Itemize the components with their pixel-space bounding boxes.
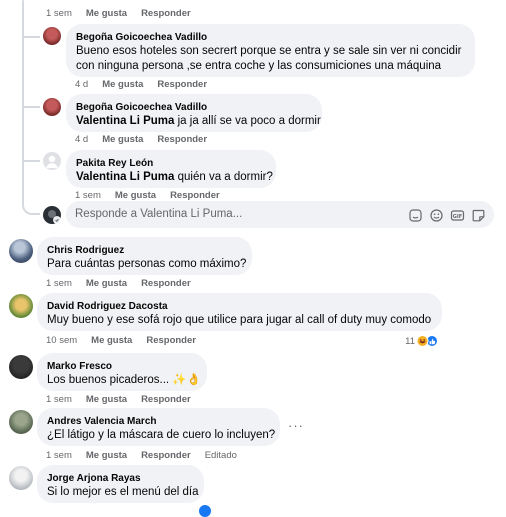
comment-author[interactable]: Begoña Goicoechea Vadillo bbox=[76, 31, 465, 44]
reply-bubble: Begoña Goicoechea Vadillo Bueno esos hot… bbox=[66, 24, 475, 77]
avatar-sticker-icon[interactable] bbox=[408, 207, 423, 222]
comment-bubble: Marko Fresco Los buenos picaderos... ✨👌 bbox=[37, 353, 207, 391]
comment-bubble: David Rodriguez Dacosta Muy bueno y ese … bbox=[37, 293, 442, 331]
mention-link[interactable]: Valentina Li Puma bbox=[76, 171, 174, 183]
comment-meta: 10 sem Me gusta Responder bbox=[46, 335, 210, 347]
gif-icon[interactable]: GIF bbox=[450, 207, 465, 222]
more-options-icon[interactable]: ··· bbox=[288, 418, 304, 433]
thread-line-branch bbox=[22, 36, 40, 38]
reply-input-placeholder: Responde a Valentina Li Puma... bbox=[75, 208, 243, 220]
reaction-summary[interactable]: 11 bbox=[405, 335, 438, 347]
avatar[interactable] bbox=[9, 239, 33, 263]
comment-author[interactable]: Jorge Arjona Rayas bbox=[47, 472, 194, 485]
reply-button[interactable]: Responder bbox=[157, 79, 207, 90]
comment-text: Valentina Li Puma quién va a dormir? bbox=[76, 170, 273, 185]
comment-text: Muy bueno y ese sofá rojo que utilice pa… bbox=[47, 314, 432, 326]
avatar[interactable] bbox=[43, 98, 61, 116]
thread-line-branch bbox=[22, 160, 40, 162]
reply-button[interactable]: Responder bbox=[141, 8, 191, 19]
reply-bubble: Begoña Goicoechea Vadillo Valentina Li P… bbox=[66, 94, 322, 132]
comment-text: ¿El látigo y la máscara de cuero lo incl… bbox=[47, 429, 276, 441]
avatar[interactable] bbox=[9, 410, 33, 434]
reply-input[interactable]: Responde a Valentina Li Puma... GIF bbox=[66, 201, 494, 228]
comment-time[interactable]: 1 sem bbox=[75, 190, 101, 201]
comment-author[interactable]: David Rodriguez Dacosta bbox=[47, 300, 432, 313]
comment-bubble: Jorge Arjona Rayas Si lo mejor es el men… bbox=[37, 465, 204, 503]
haha-like-reaction-icon bbox=[416, 335, 438, 347]
reply-button[interactable]: Responder bbox=[141, 450, 191, 461]
like-button[interactable]: Me gusta bbox=[86, 450, 127, 461]
reply-button[interactable]: Responder bbox=[141, 394, 191, 405]
avatar[interactable] bbox=[9, 466, 33, 490]
like-button[interactable]: Me gusta bbox=[91, 335, 132, 346]
comment-time[interactable]: 4 d bbox=[75, 79, 88, 90]
comment-time[interactable]: 1 sem bbox=[46, 450, 72, 461]
reply-button[interactable]: Responder bbox=[141, 278, 191, 289]
comment-meta: 1 sem Me gusta Responder Editado bbox=[46, 450, 251, 462]
thread-line-curve bbox=[22, 195, 40, 215]
like-button[interactable]: Me gusta bbox=[86, 278, 127, 289]
default-avatar[interactable] bbox=[43, 152, 61, 170]
like-button[interactable]: Me gusta bbox=[102, 134, 143, 145]
comment-text: Los buenos picaderos... ✨👌 bbox=[47, 374, 201, 386]
user-photo-icon bbox=[48, 210, 61, 224]
current-user-avatar[interactable] bbox=[43, 206, 61, 224]
comment-time[interactable]: 10 sem bbox=[46, 335, 77, 346]
comment-text: Si lo mejor es el menú del día bbox=[47, 486, 199, 498]
avatar[interactable] bbox=[9, 355, 33, 379]
comment-meta: 1 sem Me gusta Responder bbox=[46, 8, 205, 20]
avatar[interactable] bbox=[9, 294, 33, 318]
comment-text: Bueno esos hoteles son secrert porque se… bbox=[76, 45, 462, 57]
reaction-count: 11 bbox=[405, 335, 415, 347]
comment-bubble: Chris Rodriguez Para cuántas personas co… bbox=[37, 237, 252, 275]
reply-button[interactable]: Responder bbox=[157, 134, 207, 145]
like-button[interactable]: Me gusta bbox=[86, 394, 127, 405]
comment-text: Para cuántas personas como máximo? bbox=[47, 258, 247, 270]
comment-time[interactable]: 1 sem bbox=[46, 394, 72, 405]
comment-meta: 4 d Me gusta Responder bbox=[75, 79, 221, 91]
comment-text-body: quién va a dormir? bbox=[177, 171, 273, 183]
comment-text: con ninguna persona ,se entra coche y la… bbox=[76, 60, 442, 72]
avatar[interactable] bbox=[43, 27, 61, 45]
comment-meta: 1 sem Me gusta Responder bbox=[46, 278, 205, 290]
comment-bubble: Andres Valencia March ¿El látigo y la má… bbox=[37, 408, 280, 446]
like-button[interactable]: Me gusta bbox=[115, 190, 156, 201]
thread-line-vertical bbox=[22, 0, 24, 205]
like-button[interactable]: Me gusta bbox=[86, 8, 127, 19]
comment-time[interactable]: 1 sem bbox=[46, 278, 72, 289]
sticker-icon[interactable] bbox=[471, 207, 486, 222]
comment-author[interactable]: Chris Rodriguez bbox=[47, 244, 242, 257]
thread-line-branch bbox=[22, 106, 40, 108]
person-icon bbox=[46, 155, 58, 168]
comment-author[interactable]: Pakita Rey León bbox=[76, 157, 266, 170]
comment-time[interactable]: 4 d bbox=[75, 134, 88, 145]
comment-meta: 1 sem Me gusta Responder bbox=[46, 394, 205, 406]
comment-author[interactable]: Begoña Goicoechea Vadillo bbox=[76, 101, 312, 114]
comment-text-body: ja ja allí se va poco a dormir bbox=[177, 115, 321, 127]
edited-label: Editado bbox=[204, 450, 237, 461]
comment-text: Valentina Li Puma ja ja allí se va poco … bbox=[76, 114, 321, 129]
emoji-icon[interactable] bbox=[429, 207, 444, 222]
comment-time[interactable]: 1 sem bbox=[46, 8, 72, 19]
like-button[interactable]: Me gusta bbox=[102, 79, 143, 90]
svg-text:GIF: GIF bbox=[453, 214, 462, 220]
mention-link[interactable]: Valentina Li Puma bbox=[76, 115, 174, 127]
partial-reaction-icon bbox=[199, 505, 211, 517]
comment-author[interactable]: Andres Valencia March bbox=[47, 415, 270, 428]
reply-button[interactable]: Responder bbox=[146, 335, 196, 346]
reply-bubble: Pakita Rey León Valentina Li Puma quién … bbox=[66, 150, 276, 188]
composer-icons: GIF bbox=[408, 207, 486, 222]
reply-button[interactable]: Responder bbox=[170, 190, 220, 201]
comment-author[interactable]: Marko Fresco bbox=[47, 360, 197, 373]
comment-meta: 4 d Me gusta Responder bbox=[75, 134, 221, 146]
